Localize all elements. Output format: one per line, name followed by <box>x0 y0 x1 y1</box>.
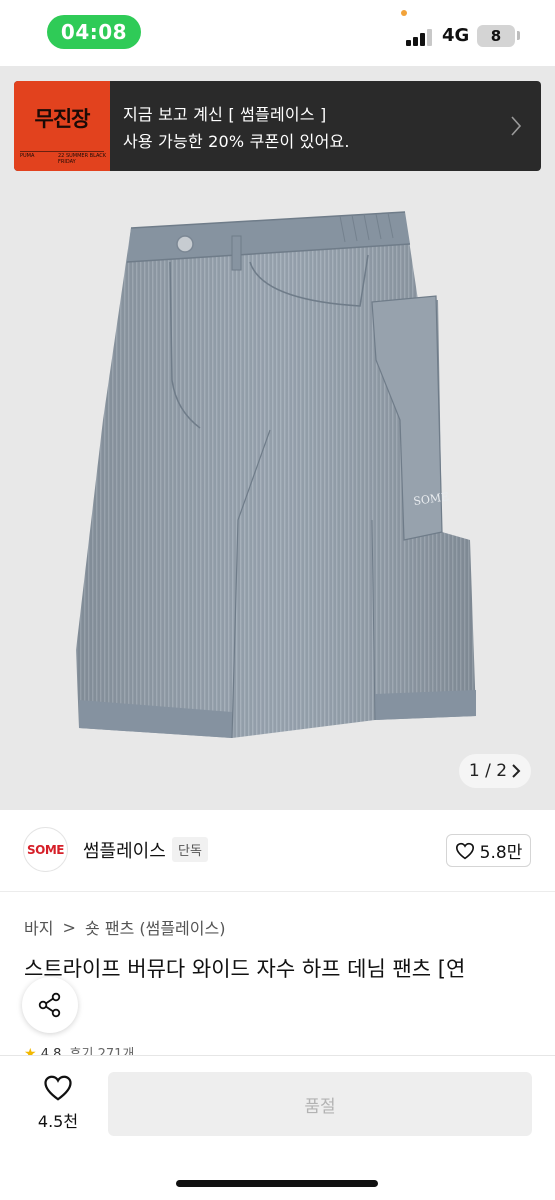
seller-name[interactable]: 썸플레이스 <box>83 837 166 863</box>
battery-icon: 8 <box>477 25 515 47</box>
brand-like-button[interactable]: 5.8만 <box>446 834 531 867</box>
battery-level: 8 <box>490 27 502 45</box>
wishlist-count: 4.5천 <box>37 1112 79 1131</box>
seller-logo-text: SOME <box>27 842 64 857</box>
chevron-right-icon <box>512 764 521 778</box>
seller-logo[interactable]: SOME <box>23 827 68 872</box>
breadcrumb-separator: > <box>62 917 76 937</box>
status-time: 04:08 <box>47 15 141 49</box>
exclusive-badge: 단독 <box>172 837 208 862</box>
logo-title: 무진장 <box>34 106 91 131</box>
share-icon <box>38 992 61 1018</box>
banner-line-1: 지금 보고 계신 [ 썸플레이스 ] <box>123 105 327 124</box>
bottom-action-bar: 4.5천 품절 <box>0 1055 555 1200</box>
seller-row: SOME 썸플레이스 단독 5.8만 <box>0 810 555 892</box>
privacy-indicator-dot <box>401 10 407 16</box>
network-type: 4G <box>442 25 470 46</box>
breadcrumb-category[interactable]: 바지 <box>24 919 53 938</box>
musinsa-event-logo: 무진장 PUMA 22 SUMMER BLACK FRIDAY <box>14 81 110 171</box>
brand-like-count: 5.8만 <box>479 843 523 863</box>
status-bar: 04:08 4G 8 <box>0 0 555 66</box>
gallery-pager[interactable]: 1 / 2 <box>459 754 531 788</box>
banner-line-2: 사용 가능한 20% 쿠폰이 있어요. <box>123 132 350 151</box>
wishlist-button[interactable]: 4.5천 <box>28 1074 88 1134</box>
logo-divider <box>20 151 104 152</box>
coupon-promo-banner[interactable]: 무진장 PUMA 22 SUMMER BLACK FRIDAY 지금 보고 계신… <box>14 81 541 171</box>
home-indicator[interactable] <box>176 1180 378 1187</box>
sold-out-button[interactable]: 품절 <box>108 1072 532 1136</box>
share-button[interactable] <box>22 977 78 1033</box>
chevron-right-icon <box>511 116 522 136</box>
cellular-signal-icon <box>406 28 436 46</box>
breadcrumb: 바지 > 숏 팬츠 (썸플레이스) <box>24 915 225 939</box>
product-image-gallery[interactable]: SOME 1 / 2 <box>0 66 555 810</box>
heart-icon <box>44 1075 72 1101</box>
logo-small-right: 22 SUMMER BLACK FRIDAY <box>58 153 107 165</box>
product-photo-denim-shorts[interactable]: SOME <box>0 66 555 810</box>
breadcrumb-subcategory[interactable]: 숏 팬츠 (썸플레이스) <box>85 919 225 938</box>
logo-small-left: PUMA <box>20 153 35 159</box>
heart-icon <box>455 842 474 859</box>
banner-message: 지금 보고 계신 [ 썸플레이스 ] 사용 가능한 20% 쿠폰이 있어요. <box>123 101 350 155</box>
battery-nub <box>517 31 520 40</box>
product-title: 스트라이프 버뮤다 와이드 자수 하프 데님 팬츠 [연 <box>24 957 466 981</box>
gallery-page-count: 1 / 2 <box>468 761 508 781</box>
